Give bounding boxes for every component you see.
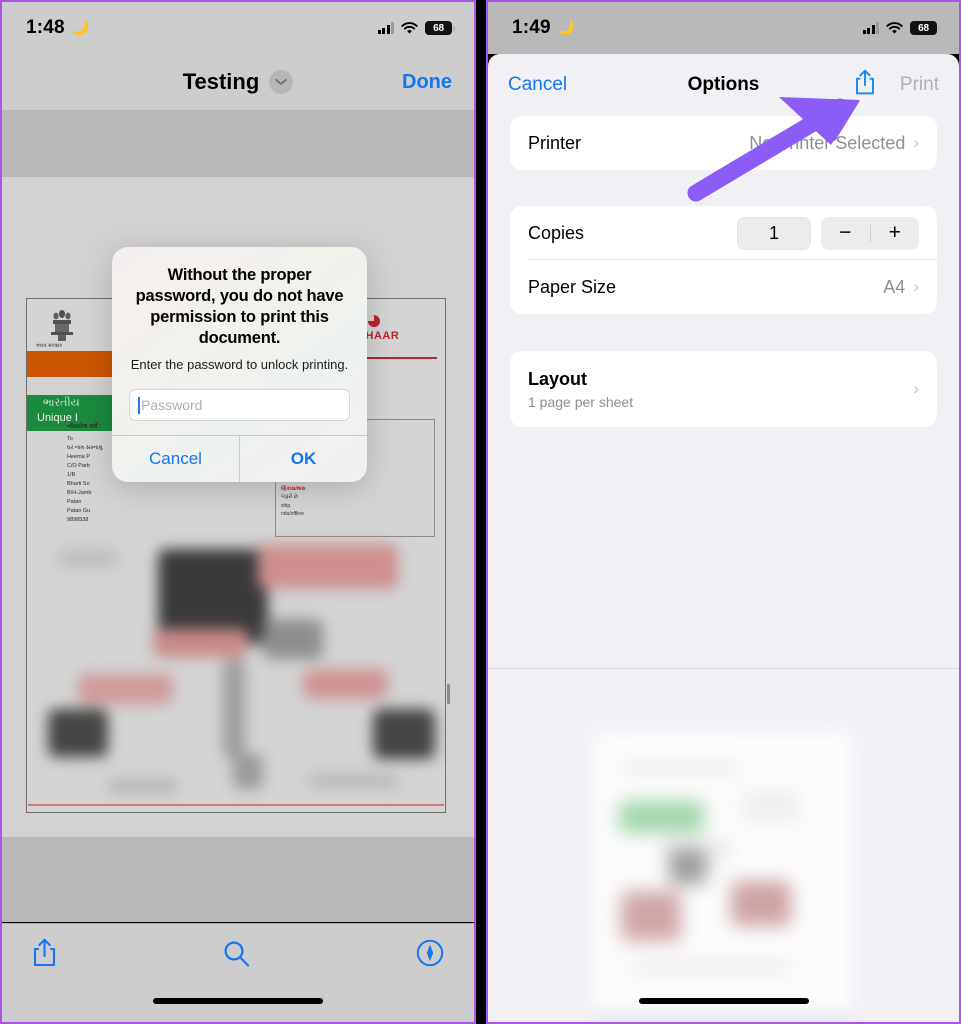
share-icon[interactable] [854, 69, 876, 101]
layout-subtitle: 1 page per sheet [528, 393, 634, 410]
increment-button[interactable]: + [871, 221, 920, 245]
status-time: 1:49 [512, 17, 551, 38]
nav-right-actions: Print [854, 69, 939, 101]
printer-value: No Printer Selected [749, 132, 906, 153]
dialog-subtitle: Enter the password to unlock printing. [130, 357, 349, 372]
printer-value-group: No Printer Selected › [749, 133, 919, 154]
print-button[interactable]: Print [900, 74, 939, 96]
screenshot-stage: 1:48 🌙 68 Testing Done भारत सरकार ભારતીય… [0, 0, 961, 1024]
right-phone-screenshot: 1:49 🌙 68 Cancel Options Print Printer N… [486, 0, 961, 1024]
stepper-buttons: − + [821, 216, 920, 250]
copies-stepper: 1 − + [737, 216, 920, 250]
printer-label: Printer [528, 132, 582, 153]
password-dialog: Without the proper password, you do not … [112, 247, 367, 482]
printer-card: Printer No Printer Selected › [510, 116, 937, 170]
home-indicator [638, 998, 809, 1004]
password-placeholder: Password [141, 397, 203, 413]
status-time-group: 1:49 🌙 [512, 17, 576, 39]
dialog-actions: Cancel OK [112, 435, 367, 482]
paper-size-label: Paper Size [528, 276, 617, 297]
print-preview-thumbnail[interactable] [591, 731, 853, 1022]
text-caret [138, 396, 140, 414]
right-status-bar: 1:49 🌙 68 [488, 2, 959, 54]
status-icons: 68 [862, 21, 940, 35]
battery-icon: 68 [910, 21, 940, 35]
copies-value[interactable]: 1 [737, 216, 811, 250]
cellular-signal-icon [862, 22, 879, 34]
copies-row: Copies 1 − + [510, 206, 937, 260]
chevron-right-icon: › [913, 133, 919, 152]
decrement-button[interactable]: − [821, 221, 870, 245]
cancel-button[interactable]: Cancel [112, 436, 239, 482]
copies-label: Copies [528, 222, 585, 243]
options-nav-bar: Cancel Options Print [488, 54, 959, 116]
battery-level: 68 [918, 22, 929, 34]
preview-area [488, 669, 959, 1022]
ok-button[interactable]: OK [240, 436, 367, 482]
layout-card: Layout 1 page per sheet › [510, 351, 937, 427]
password-input[interactable]: Password [129, 389, 350, 421]
moon-icon: 🌙 [556, 18, 576, 36]
print-options-sheet: Cancel Options Print Printer No Printer … [488, 54, 959, 1022]
dialog-title: Without the proper password, you do not … [135, 266, 344, 347]
layout-row[interactable]: Layout 1 page per sheet › [510, 351, 937, 427]
wifi-icon [886, 21, 903, 35]
paper-size-value-group: A4 › [883, 277, 919, 298]
dialog-overlay: Without the proper password, you do not … [2, 2, 474, 1022]
paper-size-row[interactable]: Paper Size A4 › [510, 260, 937, 314]
left-phone-screenshot: 1:48 🌙 68 Testing Done भारत सरकार ભારતીય… [0, 0, 476, 1024]
copies-paper-card: Copies 1 − + Paper Size A4 › [510, 206, 937, 314]
layout-title: Layout [528, 368, 588, 389]
chevron-right-icon: › [913, 277, 919, 296]
cancel-button[interactable]: Cancel [508, 74, 567, 96]
paper-size-value: A4 [883, 276, 906, 297]
printer-row[interactable]: Printer No Printer Selected › [510, 116, 937, 170]
chevron-right-icon: › [913, 379, 919, 398]
